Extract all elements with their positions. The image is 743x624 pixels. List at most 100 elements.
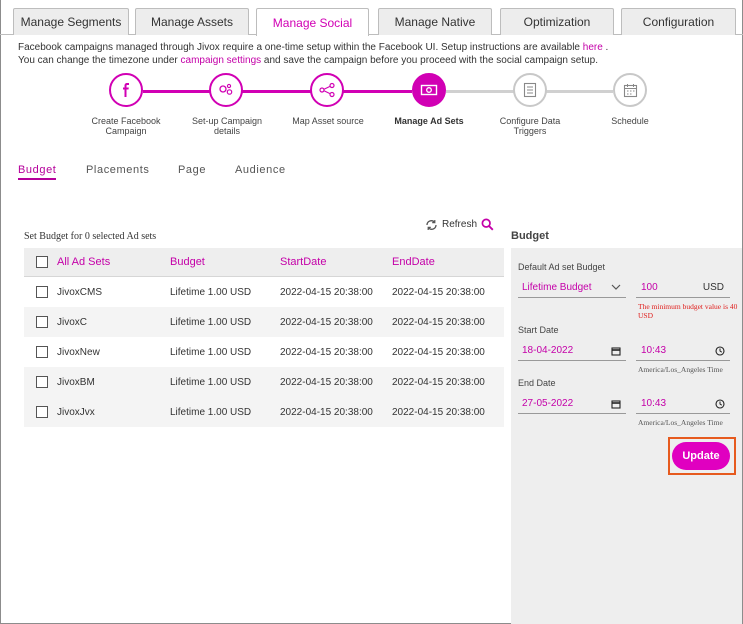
budget-type-value: Lifetime Budget (522, 282, 592, 293)
ad-set-end: 2022-04-15 20:38:00 (392, 286, 485, 298)
calendar-icon[interactable] (611, 399, 621, 409)
subtab-page[interactable]: Page (178, 164, 206, 176)
clock-icon[interactable] (715, 399, 725, 409)
ad-set-end: 2022-04-15 20:38:00 (392, 346, 485, 358)
setup-info: Facebook campaigns managed through Jivox… (18, 41, 608, 67)
end-time-input[interactable]: 10:43 (636, 394, 730, 414)
refresh-icon (426, 219, 437, 230)
ad-set-budget: Lifetime 1.00 USD (170, 406, 252, 418)
row-checkbox[interactable] (36, 346, 48, 358)
ad-set-end: 2022-04-15 20:38:00 (392, 406, 485, 418)
clock-icon[interactable] (715, 346, 725, 356)
budget-amount-value: 100 (641, 282, 658, 293)
tab-manage-social[interactable]: Manage Social (256, 8, 369, 36)
step-label-configure: Configure Data Triggers (499, 116, 561, 136)
step-setup-campaign[interactable] (209, 73, 243, 107)
ad-set-start: 2022-04-15 20:38:00 (280, 286, 373, 298)
start-date-value: 18-04-2022 (522, 345, 574, 356)
ad-set-end: 2022-04-15 20:38:00 (392, 376, 485, 388)
step-schedule[interactable] (613, 73, 647, 107)
ad-set-name: JivoxC (57, 316, 88, 328)
search-icon[interactable] (481, 218, 494, 231)
step-configure-triggers[interactable] (513, 73, 547, 107)
table-row: JivoxBM Lifetime 1.00 USD 2022-04-15 20:… (24, 367, 504, 397)
step-manage-ad-sets[interactable] (412, 73, 446, 107)
ad-set-start: 2022-04-15 20:38:00 (280, 376, 373, 388)
col-all-ad-sets[interactable]: All Ad Sets (57, 256, 110, 268)
ad-set-budget: Lifetime 1.00 USD (170, 286, 252, 298)
step-create-campaign[interactable] (109, 73, 143, 107)
refresh-button[interactable]: Refresh (425, 218, 494, 231)
ad-set-start: 2022-04-15 20:38:00 (280, 406, 373, 418)
budget-panel-title: Budget (511, 230, 549, 242)
tab-manage-native[interactable]: Manage Native (378, 8, 492, 35)
top-tab-bar: Manage Segments Manage Assets Manage Soc… (0, 0, 743, 36)
ad-set-budget: Lifetime 1.00 USD (170, 316, 252, 328)
start-time-value: 10:43 (641, 345, 667, 356)
col-start-date[interactable]: StartDate (280, 256, 326, 268)
list-icon (523, 82, 537, 98)
ad-set-budget: Lifetime 1.00 USD (170, 376, 252, 388)
tab-manage-segments[interactable]: Manage Segments (13, 8, 129, 35)
table-row: JivoxJvx Lifetime 1.00 USD 2022-04-15 20… (24, 397, 504, 427)
end-timezone-label: America/Los_Angeles Time (638, 418, 723, 427)
refresh-label: Refresh (442, 219, 478, 230)
chevron-down-icon (611, 284, 621, 290)
tab-configuration[interactable]: Configuration (621, 8, 736, 35)
subtab-placements[interactable]: Placements (86, 164, 149, 176)
step-label-create: Create Facebook Campaign (91, 116, 161, 136)
info-text-2-end: and save the campaign before you proceed… (261, 55, 599, 66)
col-end-date[interactable]: EndDate (392, 256, 435, 268)
ad-set-name: JivoxJvx (57, 406, 95, 418)
select-all-checkbox[interactable] (36, 256, 48, 268)
here-link[interactable]: here (583, 42, 603, 53)
calendar-icon[interactable] (611, 346, 621, 356)
share-nodes-icon (319, 82, 335, 98)
ad-set-name: JivoxNew (57, 346, 100, 358)
ad-sets-table: All Ad Sets Budget StartDate EndDate Jiv… (24, 248, 504, 427)
step-label-setup: Set-up Campaign details (191, 116, 263, 136)
ad-set-budget: Lifetime 1.00 USD (170, 346, 252, 358)
settings-gears-icon (219, 83, 233, 95)
step-label-manage: Manage Ad Sets (394, 116, 464, 126)
facebook-icon (123, 83, 129, 97)
update-button[interactable]: Update (672, 442, 730, 470)
end-time-value: 10:43 (641, 398, 667, 409)
start-date-input[interactable]: 18-04-2022 (518, 341, 626, 361)
budget-type-select[interactable]: Lifetime Budget (518, 278, 626, 298)
table-row: JivoxC Lifetime 1.00 USD 2022-04-15 20:3… (24, 307, 504, 337)
budget-error-message: The minimum budget value is 40 USD (638, 302, 738, 320)
end-date-label: End Date (518, 378, 556, 388)
default-budget-label: Default Ad set Budget (518, 262, 606, 272)
subtab-audience[interactable]: Audience (235, 164, 286, 176)
start-timezone-label: America/Los_Angeles Time (638, 365, 723, 374)
info-text: Facebook campaigns managed through Jivox… (18, 42, 583, 53)
tab-manage-assets[interactable]: Manage Assets (135, 8, 249, 35)
selected-count-label: Set Budget for 0 selected Ad sets (24, 231, 157, 242)
info-text-2: You can change the timezone under (18, 55, 181, 66)
step-map-asset[interactable] (310, 73, 344, 107)
table-row: JivoxCMS Lifetime 1.00 USD 2022-04-15 20… (24, 277, 504, 307)
money-icon (420, 84, 438, 96)
row-checkbox[interactable] (36, 376, 48, 388)
progress-line-done (143, 90, 412, 93)
col-budget[interactable]: Budget (170, 256, 205, 268)
table-header: All Ad Sets Budget StartDate EndDate (24, 248, 504, 277)
row-checkbox[interactable] (36, 286, 48, 298)
campaign-settings-link[interactable]: campaign settings (181, 55, 262, 66)
step-label-schedule: Schedule (611, 116, 649, 126)
step-label-map: Map Asset source (292, 116, 364, 126)
tab-optimization[interactable]: Optimization (500, 8, 614, 35)
end-date-value: 27-05-2022 (522, 398, 574, 409)
end-date-input[interactable]: 27-05-2022 (518, 394, 626, 414)
row-checkbox[interactable] (36, 406, 48, 418)
subtab-budget[interactable]: Budget (18, 164, 56, 176)
row-checkbox[interactable] (36, 316, 48, 328)
start-date-label: Start Date (518, 325, 559, 335)
currency-label: USD (702, 282, 724, 293)
calendar-icon (623, 83, 637, 97)
start-time-input[interactable]: 10:43 (636, 341, 730, 361)
budget-amount-input[interactable]: 100 USD (636, 278, 730, 298)
table-row: JivoxNew Lifetime 1.00 USD 2022-04-15 20… (24, 337, 504, 367)
ad-set-start: 2022-04-15 20:38:00 (280, 346, 373, 358)
